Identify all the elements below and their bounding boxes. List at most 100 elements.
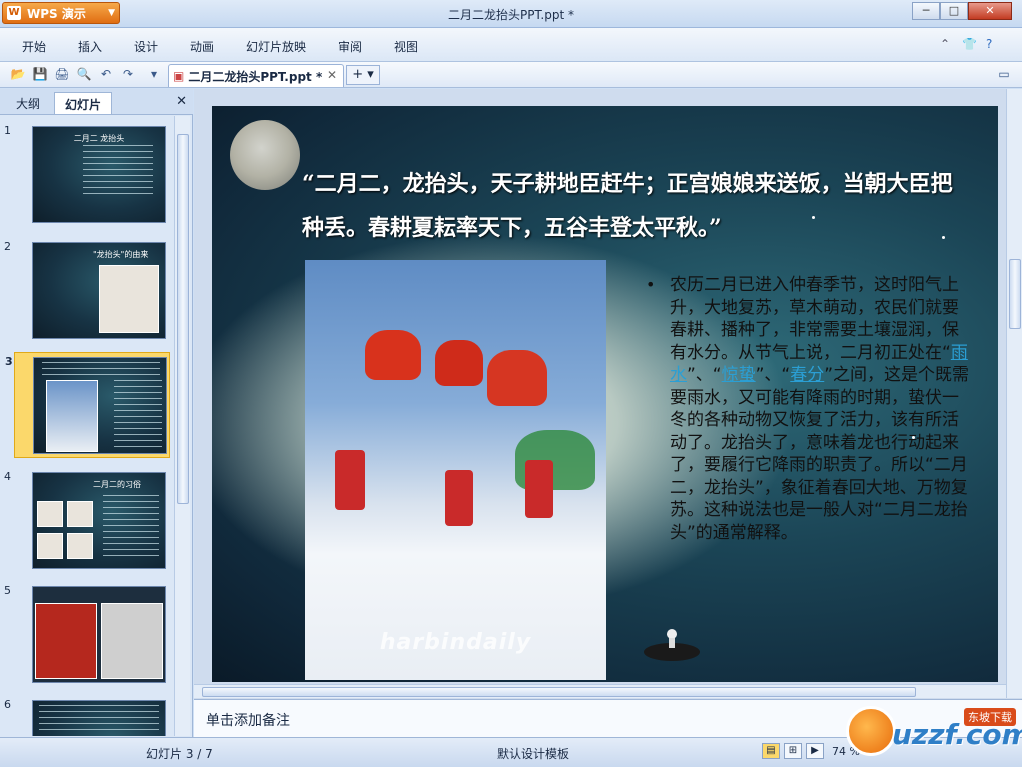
menu-start[interactable]: 开始 <box>22 38 46 55</box>
customize-toolbar-icon[interactable]: ▾ <box>146 66 162 82</box>
thumbnail-preview <box>32 700 166 736</box>
normal-view-icon[interactable]: ▤ <box>762 743 780 759</box>
slide-sorter-icon[interactable]: ⊞ <box>784 743 802 759</box>
thumbnail-image <box>101 603 163 679</box>
menu-design[interactable]: 设计 <box>134 38 158 55</box>
maximize-button[interactable]: □ <box>940 2 968 20</box>
undo-icon[interactable]: ↶ <box>98 66 114 82</box>
thumbnail-image <box>37 501 63 527</box>
performer-figure <box>525 460 553 518</box>
thumbnail-preview <box>33 357 167 454</box>
slide-counter: 幻灯片 3 / 7 <box>146 747 213 761</box>
redo-icon[interactable]: ↷ <box>120 66 136 82</box>
thumbnail-number: 6 <box>4 698 11 711</box>
thumbnail-text-lines <box>83 145 153 195</box>
photo-watermark: harbindaily <box>379 630 532 655</box>
close-panel-icon[interactable]: ✕ <box>176 94 187 109</box>
slide-thumbnail-1[interactable]: 1 二月二 龙抬头 <box>4 122 170 228</box>
scrollbar-thumb[interactable] <box>1009 259 1021 329</box>
scrollbar-thumb[interactable] <box>202 687 916 697</box>
thumbnail-title: "龙抬头"的由来 <box>93 250 149 259</box>
slide-thumbnail-5[interactable]: 5 <box>4 582 170 688</box>
slide-thumbnail-4[interactable]: 4 二月二的习俗 <box>4 468 170 574</box>
save-icon[interactable]: 💾 <box>32 66 48 82</box>
performer-figure <box>335 450 365 510</box>
slide-thumbnail-6[interactable]: 6 <box>4 696 170 736</box>
new-tab-label: + <box>352 67 364 82</box>
thumbnail-list: 1 二月二 龙抬头 2 "龙抬头"的由来 3 4 二月二的习俗 5 6 <box>0 116 174 736</box>
panel-tabs: 大纲 幻灯片 ✕ <box>0 89 193 115</box>
thumbnail-image <box>37 533 63 559</box>
window-title: 二月二龙抬头PPT.ppt * <box>448 8 574 22</box>
dragon-head-image <box>487 350 547 406</box>
thumbnail-number: 3 <box>5 355 13 368</box>
thumbnail-preview: "龙抬头"的由来 <box>32 242 166 339</box>
thumbnail-number: 1 <box>4 124 11 137</box>
thumbnail-preview: 二月二的习俗 <box>32 472 166 569</box>
menu-insert[interactable]: 插入 <box>78 38 102 55</box>
title-bar: W WPS 演示 ▼ 二月二龙抬头PPT.ppt * ─ □ ✕ <box>0 0 1022 28</box>
dragon-head-image <box>435 340 483 386</box>
bullet-icon: • <box>646 275 656 294</box>
collapse-ribbon-icon[interactable]: ⌃ <box>940 37 950 51</box>
dragon-dance-photo[interactable]: harbindaily <box>305 260 606 680</box>
thumbnail-image <box>67 501 93 527</box>
window-list-icon[interactable]: ▭ <box>996 66 1012 82</box>
close-button[interactable]: ✕ <box>968 2 1012 20</box>
notes-placeholder: 单击添加备注 <box>206 713 290 729</box>
scrollbar-thumb[interactable] <box>177 134 189 504</box>
body-text-part: 农历二月已进入仲春季节，这时阳气上升，大地复苏，草木萌动，农民们就要春耕、播种了… <box>670 275 959 363</box>
thumbnail-image <box>46 380 98 452</box>
minimize-button[interactable]: ─ <box>912 2 940 20</box>
menu-view[interactable]: 视图 <box>394 38 418 55</box>
brand-tag: 东坡下载 <box>964 708 1016 726</box>
thumbnail-title: 二月二 龙抬头 <box>73 134 125 143</box>
design-template-name[interactable]: 默认设计模板 <box>497 745 569 762</box>
thumbnail-image <box>35 603 97 679</box>
thumbnail-number: 4 <box>4 470 11 483</box>
print-icon[interactable]: 🖨 <box>54 66 70 82</box>
thumbnail-text-lines <box>39 705 159 735</box>
menu-review[interactable]: 审阅 <box>338 38 362 55</box>
thumbnail-text-lines <box>103 495 159 559</box>
editor-horizontal-scrollbar[interactable] <box>194 684 1006 698</box>
thumbnail-scrollbar[interactable] <box>174 116 190 736</box>
brand-logo-icon <box>846 706 896 756</box>
thumbnail-preview <box>32 586 166 683</box>
term-link-chunfen[interactable]: 春分 <box>790 365 824 385</box>
thumbnail-text-lines <box>114 380 162 450</box>
slide-quote[interactable]: “二月二，龙抬头，天子耕地臣赶牛；正宫娘娘来送饭，当朝大臣把种丢。春耕夏耘率天下… <box>302 162 962 250</box>
quick-access-toolbar: 📂 💾 🖨 🔍 ↶ ↷ ▾ ▣ 二月二龙抬头PPT.ppt * ✕ + ▾ ▭ <box>0 62 1022 88</box>
help-icon[interactable]: ? <box>986 37 992 51</box>
slide-editor: “二月二，龙抬头，天子耕地臣赶牛；正宫娘娘来送饭，当朝大臣把种丢。春耕夏耘率天下… <box>194 89 1022 737</box>
open-folder-icon[interactable]: 📂 <box>10 66 26 82</box>
document-tab-label: 二月二龙抬头PPT.ppt * <box>188 69 323 84</box>
body-text-part: ”之间，这是个既需要雨水，又可能有降雨的时期，蛰伏一冬的各种动物又恢复了活力，该… <box>670 365 970 543</box>
slideshow-icon[interactable]: ▶ <box>806 743 824 759</box>
menu-animation[interactable]: 动画 <box>190 38 214 55</box>
slide-thumbnail-2[interactable]: 2 "龙抬头"的由来 <box>4 238 170 344</box>
slide-body-text[interactable]: • 农历二月已进入仲春季节，这时阳气上升，大地复苏，草木萌动，农民们就要春耕、播… <box>646 274 970 544</box>
skin-icon[interactable]: 👕 <box>962 37 977 51</box>
tab-outline[interactable]: 大纲 <box>6 92 50 114</box>
performer-figure <box>445 470 473 526</box>
new-tab-button[interactable]: + ▾ <box>346 65 380 85</box>
close-tab-icon[interactable]: ✕ <box>327 68 337 82</box>
print-preview-icon[interactable]: 🔍 <box>76 66 92 82</box>
term-link-jingzhe[interactable]: 惊蛰 <box>722 365 756 385</box>
slide-thumbnail-3[interactable]: 3 <box>5 352 170 458</box>
cowherd-illustration <box>644 629 700 661</box>
thumbnail-number: 2 <box>4 240 11 253</box>
menu-bar: 开始 插入 设计 动画 幻灯片放映 审阅 视图 ⌃ 👕 ? <box>0 28 1022 62</box>
current-slide[interactable]: “二月二，龙抬头，天子耕地臣赶牛；正宫娘娘来送饭，当朝大臣把种丢。春耕夏耘率天下… <box>212 106 998 682</box>
editor-vertical-scrollbar[interactable] <box>1006 89 1022 698</box>
thumbnail-number: 5 <box>4 584 11 597</box>
thumbnail-text-lines <box>42 362 160 376</box>
document-tab[interactable]: ▣ 二月二龙抬头PPT.ppt * ✕ <box>168 64 344 87</box>
tab-slides[interactable]: 幻灯片 <box>54 92 113 114</box>
thumbnail-image <box>67 533 93 559</box>
slides-panel: 大纲 幻灯片 ✕ 1 二月二 龙抬头 2 "龙抬头"的由来 3 4 二月二的习俗… <box>0 89 193 737</box>
thumbnail-title: 二月二的习俗 <box>93 480 141 489</box>
menu-slideshow[interactable]: 幻灯片放映 <box>246 38 306 55</box>
thumbnail-preview: 二月二 龙抬头 <box>32 126 166 223</box>
